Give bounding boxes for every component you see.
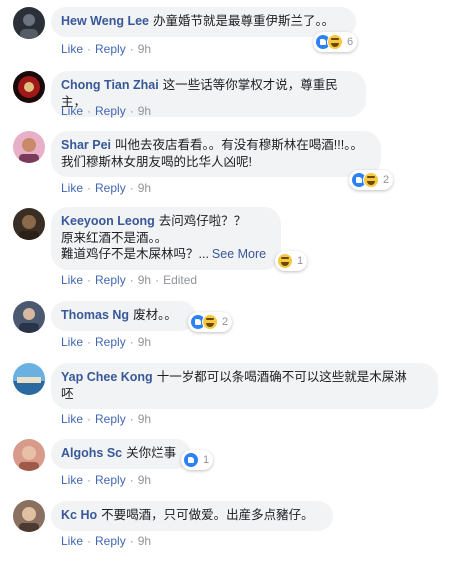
like-link[interactable]: Like [61, 412, 83, 426]
comment-text-line1: 去问鸡仔啦？？ [158, 214, 247, 228]
comment-actions: Like · Reply · 9h [61, 104, 152, 118]
comment-actions: Like · Reply · 9h [61, 335, 152, 349]
reply-link[interactable]: Reply [95, 42, 126, 56]
avatar[interactable] [13, 208, 45, 240]
like-link[interactable]: Like [61, 335, 83, 349]
avatar[interactable] [13, 363, 45, 395]
timestamp[interactable]: 9h [138, 273, 151, 287]
see-more-link[interactable]: See More [212, 247, 266, 261]
comment-text-line1: 十一岁都可以条喝酒确不可以这些就是木屎淋 [156, 370, 407, 384]
comment-author[interactable]: Kc Ho [61, 508, 97, 522]
comment-author[interactable]: Chong Tian Zhai [61, 78, 159, 92]
reactions-summary[interactable]: 1 [181, 450, 214, 470]
haha-reaction-icon [327, 34, 343, 50]
reply-link[interactable]: Reply [95, 181, 126, 195]
comment-actions: Like · Reply · 9h [61, 473, 152, 487]
comment-text-line2: 我们穆斯林女朋友喝的比华人凶呢! [61, 154, 252, 169]
timestamp[interactable]: 9h [138, 181, 151, 195]
comment-author[interactable]: Algohs Sc [61, 446, 122, 460]
timestamp[interactable]: 9h [138, 104, 151, 118]
reactions-summary[interactable]: 2 [188, 312, 233, 332]
timestamp[interactable]: 9h [138, 412, 151, 426]
comment-text-line1: 叫他去夜店看看。。有没有穆斯林在喝酒!!!。。 [115, 138, 363, 152]
reply-link[interactable]: Reply [95, 412, 126, 426]
comment-actions: Like · Reply · 9h [61, 412, 152, 426]
reaction-count: 1 [203, 454, 210, 466]
comment-actions: Like · Reply · 9h [61, 534, 152, 548]
avatar[interactable] [13, 71, 45, 103]
comment-author[interactable]: Yap Chee Kong [61, 370, 153, 384]
comment-bubble: Yap Chee Kong 十一岁都可以条喝酒确不可以这些就是木屎淋 呸 [51, 363, 438, 409]
comment-author[interactable]: Hew Weng Lee [61, 14, 149, 28]
comment-bubble: Thomas Ng 废材。。 [51, 301, 196, 331]
like-reaction-icon [183, 452, 199, 468]
like-link[interactable]: Like [61, 473, 83, 487]
comment-actions: Like · Reply · 9h [61, 181, 152, 195]
reaction-count: 6 [347, 36, 354, 48]
comment-text-line2: 呸 [61, 386, 74, 401]
avatar[interactable] [13, 301, 45, 333]
comment-text-line2: 原来红酒不是酒。。 [61, 230, 168, 245]
reactions-summary[interactable]: 2 [349, 170, 394, 190]
timestamp[interactable]: 9h [138, 335, 151, 349]
comment-text: 办童婚节就是最尊重伊斯兰了。。 [152, 14, 335, 28]
like-link[interactable]: Like [61, 181, 83, 195]
reactions-summary[interactable]: 6 [313, 32, 358, 52]
comment-text: 关你烂事 [126, 446, 177, 460]
comment-actions: Like · Reply · 9h [61, 42, 152, 56]
like-link[interactable]: Like [61, 534, 83, 548]
haha-reaction-icon [202, 314, 218, 330]
avatar[interactable] [13, 439, 45, 471]
reply-link[interactable]: Reply [95, 273, 126, 287]
haha-reaction-icon [363, 172, 379, 188]
comment-author[interactable]: Thomas Ng [61, 308, 129, 322]
timestamp[interactable]: 9h [138, 473, 151, 487]
avatar[interactable] [13, 7, 45, 39]
reply-link[interactable]: Reply [95, 473, 126, 487]
reply-link[interactable]: Reply [95, 104, 126, 118]
reaction-count: 1 [297, 255, 304, 267]
avatar[interactable] [13, 131, 45, 163]
comment-text: 废材。。 [133, 308, 177, 322]
like-link[interactable]: Like [61, 104, 83, 118]
comment-text-line3: 難道鸡仔不是木屎林吗？... [61, 247, 209, 261]
comment-author[interactable]: Keeyoon Leong [61, 214, 155, 228]
reaction-count: 2 [222, 316, 229, 328]
timestamp[interactable]: 9h [138, 534, 151, 548]
comment-bubble: Kc Ho 不要喝酒，只可做爱。出産多点豬仔。 [51, 501, 333, 531]
comment-bubble: Hew Weng Lee 办童婚节就是最尊重伊斯兰了。。 [51, 7, 356, 37]
comment-text: 不要喝酒，只可做爱。出産多点豬仔。 [101, 508, 314, 522]
like-link[interactable]: Like [61, 273, 83, 287]
comment-author[interactable]: Shar Pei [61, 138, 111, 152]
comment-bubble: Algohs Sc 关你烂事 [51, 439, 191, 469]
avatar[interactable] [13, 500, 45, 532]
comment-bubble: Keeyoon Leong 去问鸡仔啦？？ 原来红酒不是酒。。 難道鸡仔不是木屎林… [51, 207, 281, 270]
reaction-count: 2 [383, 174, 390, 186]
timestamp[interactable]: 9h [138, 42, 151, 56]
reactions-summary[interactable]: 1 [275, 251, 308, 271]
reply-link[interactable]: Reply [95, 335, 126, 349]
haha-reaction-icon [277, 253, 293, 269]
reply-link[interactable]: Reply [95, 534, 126, 548]
edited-label[interactable]: Edited [163, 273, 197, 287]
comment-bubble: Shar Pei 叫他去夜店看看。。有没有穆斯林在喝酒!!!。。 我们穆斯林女朋友… [51, 131, 381, 177]
like-link[interactable]: Like [61, 42, 83, 56]
comment-actions: Like · Reply · 9h · Edited [61, 273, 198, 287]
